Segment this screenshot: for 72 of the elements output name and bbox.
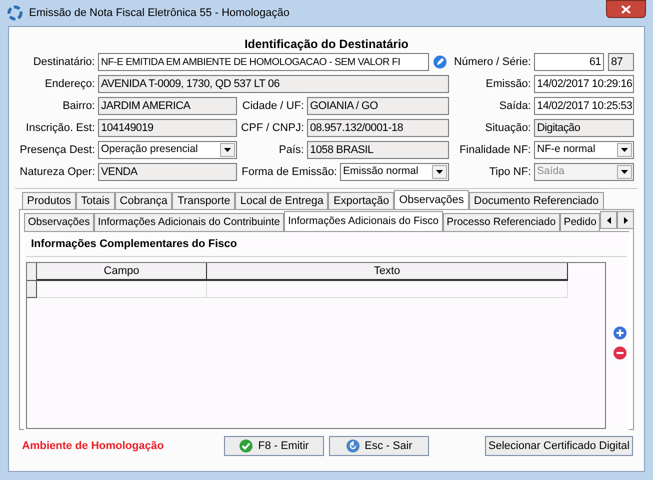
- table-cell[interactable]: [37, 281, 207, 298]
- tab[interactable]: Pedido: [560, 213, 600, 231]
- field-label: Número / Série:: [454, 54, 531, 70]
- left-arrow-icon: [606, 216, 611, 224]
- scroll-left-button[interactable]: [600, 211, 618, 229]
- field-label: Destinatário:: [33, 54, 95, 70]
- input-field[interactable]: 14/02/2017 10:25:53: [534, 97, 634, 115]
- tab[interactable]: Local de Entrega: [235, 192, 328, 209]
- field-label: Finalidade NF:: [459, 142, 531, 158]
- action-button[interactable]: Selecionar Certificado Digital: [485, 436, 633, 456]
- tab[interactable]: Produtos: [22, 192, 76, 209]
- field-label: Bairro:: [62, 98, 95, 114]
- remove-button[interactable]: [613, 346, 627, 360]
- right-arrow-icon: [624, 216, 628, 224]
- field-label: CPF / CNPJ:: [241, 120, 304, 136]
- field-label: Presença Dest:: [20, 142, 95, 158]
- tab[interactable]: Cobrança: [114, 192, 172, 209]
- check-icon: [239, 439, 254, 453]
- tab[interactable]: Informações Adicionais do Fisco: [284, 211, 443, 231]
- field-label: Forma de Emissão:: [242, 164, 337, 180]
- close-button[interactable]: [606, 0, 646, 18]
- input-field[interactable]: 08.957.132/0001-18: [307, 119, 449, 137]
- input-field[interactable]: 87: [608, 53, 634, 71]
- window-title: Emissão de Nota Fiscal Eletrônica 55 - Homologação: [29, 6, 290, 21]
- dropdown[interactable]: Emissão normal: [340, 163, 449, 181]
- column-header: Texto: [207, 263, 568, 281]
- input-field[interactable]: GOIANIA / GO: [307, 97, 449, 115]
- table-cell[interactable]: [207, 281, 568, 298]
- field-label: Emissão:: [486, 76, 531, 92]
- input-field[interactable]: 61: [534, 53, 604, 71]
- caret-icon: [224, 148, 231, 152]
- input-field[interactable]: NF-E EMITIDA EM AMBIENTE DE HOMOLOGACAO - SEM VALOR FI: [98, 53, 429, 71]
- app-icon: [7, 5, 23, 21]
- action-button[interactable]: Esc - Sair: [329, 436, 429, 456]
- panel-title: Informações Complementares do Fisco: [31, 236, 237, 252]
- caret-icon: [621, 148, 628, 152]
- input-field[interactable]: Digitação: [534, 119, 634, 137]
- tab[interactable]: Observações: [394, 190, 469, 209]
- field-label: País:: [278, 142, 304, 158]
- dropdown[interactable]: NF-e normal: [534, 141, 634, 159]
- scroll-right-button[interactable]: [617, 211, 634, 229]
- field-label: Endereço:: [44, 76, 95, 92]
- tab[interactable]: Transporte: [172, 192, 236, 209]
- input-field[interactable]: 104149019: [98, 119, 237, 137]
- input-field[interactable]: 14/02/2017 10:29:16: [534, 75, 634, 93]
- section-title: Identificação do Destinatário: [244, 36, 409, 53]
- back-icon: [346, 439, 360, 453]
- column-header: Campo: [37, 263, 207, 281]
- field-label: Cidade / UF:: [242, 98, 304, 114]
- field-label: Natureza Oper:: [20, 164, 95, 180]
- field-label: Tipo NF:: [489, 164, 531, 180]
- tab[interactable]: Observações: [24, 213, 94, 231]
- tab[interactable]: Processo Referenciado: [442, 213, 560, 231]
- add-button[interactable]: [613, 326, 627, 340]
- field-label: Situação:: [485, 120, 531, 136]
- tab[interactable]: Documento Referenciado: [468, 192, 604, 209]
- caret-icon: [621, 170, 628, 174]
- tab[interactable]: Exportação: [328, 192, 394, 209]
- environment-label: Ambiente de Homologação: [22, 438, 165, 454]
- dropdown[interactable]: Operação presencial: [98, 141, 237, 159]
- close-icon: [621, 4, 631, 14]
- input-field[interactable]: JARDIM AMERICA: [98, 97, 237, 115]
- field-label: Saída:: [499, 98, 531, 114]
- caret-icon: [436, 170, 443, 174]
- tab[interactable]: Totais: [76, 192, 115, 209]
- field-label: Inscrição. Est:: [26, 120, 95, 136]
- action-button[interactable]: F8 - Emitir: [224, 436, 324, 456]
- edit-icon: [433, 55, 447, 69]
- input-field[interactable]: AVENIDA T-0009, 1730, QD 537 LT 06: [98, 75, 449, 93]
- tab[interactable]: Informações Adicionais do Contribuinte: [94, 213, 284, 231]
- input-field[interactable]: 1058 BRASIL: [307, 141, 449, 159]
- input-field[interactable]: VENDA: [98, 163, 237, 181]
